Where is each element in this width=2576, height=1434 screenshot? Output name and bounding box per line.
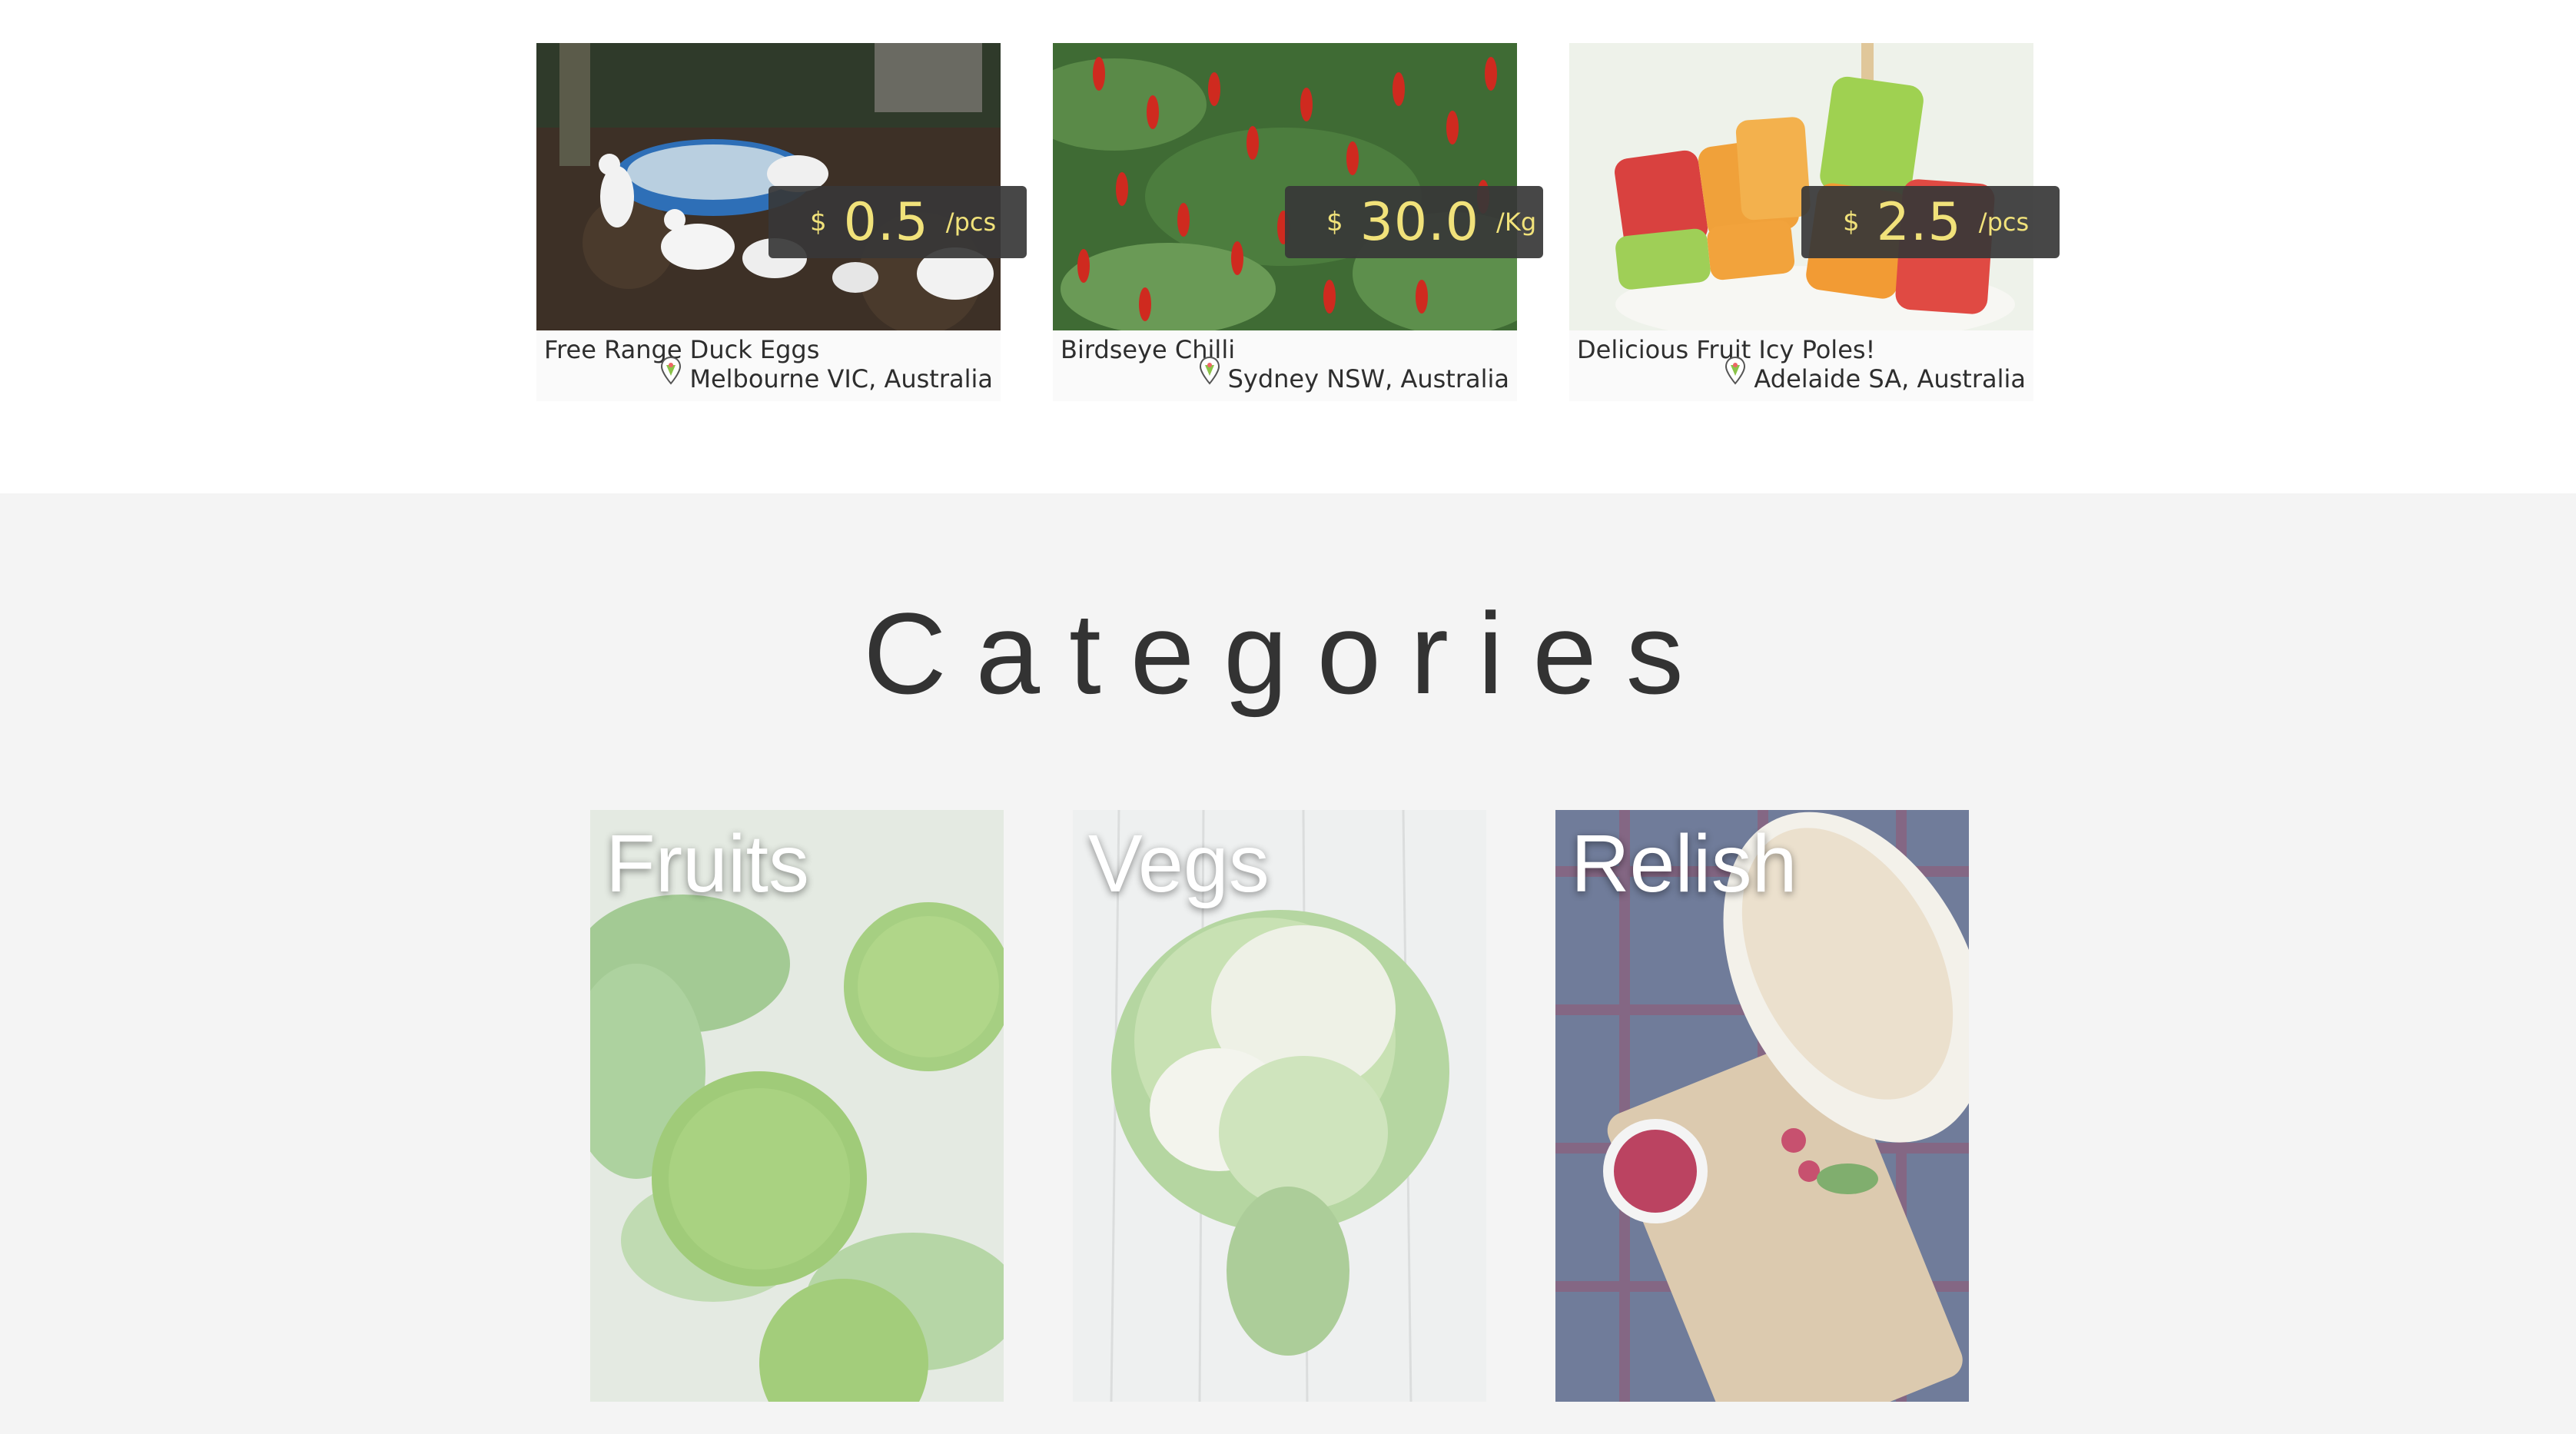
location-text: Adelaide SA, Australia <box>1754 364 2026 393</box>
category-label: Fruits <box>606 818 809 909</box>
category-tile-relish[interactable]: Relish <box>1555 810 1969 1402</box>
section-heading: Categories <box>863 589 1713 718</box>
product-card[interactable]: $ 0.5 /pcs Free Range Duck Eggs Melbourn… <box>536 43 1027 401</box>
price-tag: $ 30.0 /Kg <box>1285 186 1543 258</box>
page: $ 0.5 /pcs Free Range Duck Eggs Melbourn… <box>0 0 2576 1434</box>
price-amount: 2.5 <box>1876 191 1962 253</box>
product-location: Adelaide SA, Australia <box>1725 356 2026 393</box>
price-tag: $ 0.5 /pcs <box>768 186 1027 258</box>
category-tile-vegs[interactable]: Vegs <box>1073 810 1486 1402</box>
location-pin-icon <box>1725 356 1746 385</box>
product-location: Sydney NSW, Australia <box>1199 356 1509 393</box>
categories-section: Categories Fruits Vegs Relish <box>0 493 2576 1434</box>
location-text: Sydney NSW, Australia <box>1227 364 1509 393</box>
location-text: Melbourne VIC, Australia <box>689 364 993 393</box>
price-tag: $ 2.5 /pcs <box>1801 186 2060 258</box>
category-label: Relish <box>1571 818 1798 909</box>
product-card[interactable]: $ 2.5 /pcs Delicious Fruit Icy Poles! Ad… <box>1569 43 2060 401</box>
category-tile-fruits[interactable]: Fruits <box>590 810 1004 1402</box>
location-pin-icon <box>661 356 682 385</box>
currency-symbol: $ <box>810 207 827 237</box>
category-label: Vegs <box>1088 818 1270 909</box>
price-amount: 30.0 <box>1359 191 1480 253</box>
currency-symbol: $ <box>1326 207 1343 237</box>
product-card[interactable]: $ 30.0 /Kg Birdseye Chilli Sydney NSW, A… <box>1053 43 1543 401</box>
product-location: Melbourne VIC, Australia <box>660 356 993 393</box>
featured-products: $ 0.5 /pcs Free Range Duck Eggs Melbourn… <box>0 0 2576 493</box>
price-unit: /pcs <box>1978 207 2030 237</box>
price-unit: /pcs <box>945 207 997 237</box>
location-pin-icon <box>1199 356 1220 385</box>
currency-symbol: $ <box>1843 207 1860 237</box>
price-unit: /Kg <box>1496 207 1537 237</box>
price-amount: 0.5 <box>843 191 929 253</box>
